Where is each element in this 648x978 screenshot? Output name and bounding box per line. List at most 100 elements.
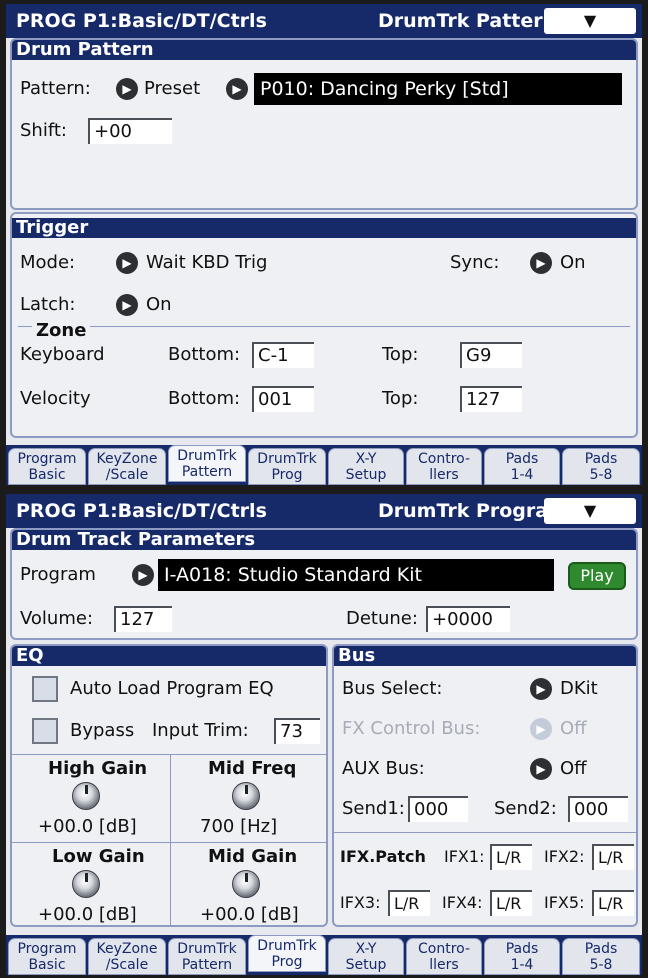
drumtrk-pattern-screen: PROG P1:Basic/DT/Ctrls DrumTrk Pattern ▼…: [6, 4, 642, 485]
keyboard-bottom-label: Bottom:: [168, 344, 241, 365]
mode-value[interactable]: Wait KBD Trig: [146, 252, 267, 274]
tab-drumtrk-pattern[interactable]: DrumTrk Pattern: [168, 938, 246, 975]
tab-drumtrk-prog[interactable]: DrumTrk Prog: [248, 448, 326, 485]
latch-arrow-icon[interactable]: ▶: [116, 294, 138, 316]
keyboard-bottom-field[interactable]: C-1: [252, 342, 314, 368]
bus-header: Bus: [334, 646, 636, 666]
drumtrk-program-screen: PROG P1:Basic/DT/Ctrls DrumTrk Program ▼…: [6, 494, 642, 975]
bus-select-arrow-icon[interactable]: ▶: [530, 678, 552, 700]
velocity-top-label: Top:: [382, 388, 419, 409]
ifx5-field[interactable]: L/R: [592, 890, 634, 916]
tab-drumtrk-pattern[interactable]: DrumTrk Pattern: [168, 445, 246, 482]
ifx3-label: IFX3:: [340, 893, 381, 912]
tab-pads-1-4[interactable]: Pads 1-4: [484, 938, 560, 975]
ifx5-label: IFX5:: [544, 893, 585, 912]
mode-label: Mode:: [20, 252, 76, 273]
title-bar: PROG P1:Basic/DT/Ctrls DrumTrk Pattern ▼: [6, 4, 642, 38]
tab-controllers[interactable]: Contro- llers: [406, 448, 482, 485]
pattern-bank-value[interactable]: Preset: [144, 78, 200, 100]
tab-pads-1-4[interactable]: Pads 1-4: [484, 448, 560, 485]
shift-label: Shift:: [20, 120, 67, 141]
tab-keyzone-scale[interactable]: KeyZone /Scale: [88, 938, 166, 975]
fx-control-bus-value: Off: [560, 718, 587, 739]
eq-grid-v: [170, 754, 171, 925]
page-menu-button[interactable]: ▼: [544, 8, 636, 34]
mid-freq-knob[interactable]: [232, 782, 260, 810]
sync-label: Sync:: [450, 252, 500, 273]
low-gain-value: +00.0 [dB]: [38, 904, 137, 925]
velocity-bottom-field[interactable]: 001: [252, 386, 314, 412]
program-select-field[interactable]: I-A018: Studio Standard Kit: [158, 559, 554, 591]
drum-track-parameters-panel: Drum Track Parameters Program ▶ I-A018: …: [10, 528, 638, 640]
drum-pattern-header: Drum Pattern: [12, 40, 636, 60]
aux-bus-arrow-icon[interactable]: ▶: [530, 758, 552, 780]
page-menu-button[interactable]: ▼: [544, 498, 636, 524]
tab-xy-setup[interactable]: X-Y Setup: [328, 448, 404, 485]
tab-xy-setup[interactable]: X-Y Setup: [328, 938, 404, 975]
eq-header: EQ: [12, 646, 326, 666]
bus-select-value[interactable]: DKit: [560, 678, 598, 700]
tab-program-basic[interactable]: Program Basic: [8, 938, 86, 975]
auto-load-eq-label: Auto Load Program EQ: [70, 678, 274, 699]
mid-freq-value: 700 [Hz]: [200, 816, 278, 837]
zone-label: Zone: [32, 320, 91, 342]
volume-field[interactable]: 127: [114, 606, 172, 632]
trigger-header: Trigger: [12, 218, 636, 238]
volume-label: Volume:: [20, 608, 94, 629]
play-button[interactable]: Play: [568, 562, 626, 590]
fx-control-bus-arrow-icon: ▶: [530, 718, 552, 740]
eq-panel: EQ Auto Load Program EQ Bypass Input Tri…: [10, 644, 328, 927]
tab-pads-5-8[interactable]: Pads 5-8: [562, 938, 640, 975]
program-select-arrow-icon[interactable]: ▶: [132, 564, 154, 586]
ifx2-label: IFX2:: [544, 847, 585, 866]
velocity-top-field[interactable]: 127: [460, 386, 522, 412]
sync-value[interactable]: On: [560, 252, 586, 274]
tab-drumtrk-prog[interactable]: DrumTrk Prog: [248, 935, 326, 972]
keyboard-label: Keyboard: [20, 344, 105, 365]
pattern-bank-arrow-icon[interactable]: ▶: [116, 78, 138, 100]
send2-field[interactable]: 000: [568, 796, 628, 822]
sync-arrow-icon[interactable]: ▶: [530, 252, 552, 274]
send1-field[interactable]: 000: [408, 796, 468, 822]
velocity-label: Velocity: [20, 388, 91, 409]
trigger-panel: Trigger Mode: ▶ Wait KBD Trig Sync: ▶ On…: [10, 212, 638, 438]
shift-field[interactable]: +00: [88, 118, 172, 144]
pattern-select-arrow-icon[interactable]: ▶: [226, 78, 248, 100]
ifx3-field[interactable]: L/R: [388, 890, 430, 916]
chevron-down-icon: ▼: [583, 501, 597, 520]
auto-load-eq-checkbox[interactable]: [32, 676, 58, 702]
tab-program-basic[interactable]: Program Basic: [8, 448, 86, 485]
ifx2-field[interactable]: L/R: [592, 844, 634, 870]
tab-controllers[interactable]: Contro- llers: [406, 938, 482, 975]
pattern-label: Pattern:: [20, 78, 91, 99]
keyboard-top-field[interactable]: G9: [460, 342, 522, 368]
ifx1-field[interactable]: L/R: [490, 844, 532, 870]
page-subtitle: DrumTrk Program: [378, 500, 568, 522]
mode-arrow-icon[interactable]: ▶: [116, 252, 138, 274]
bypass-label: Bypass: [70, 720, 135, 741]
page-subtitle: DrumTrk Pattern: [378, 10, 557, 32]
title-bar: PROG P1:Basic/DT/Ctrls DrumTrk Program ▼: [6, 494, 642, 528]
high-gain-knob[interactable]: [72, 782, 100, 810]
detune-field[interactable]: +0000: [426, 606, 510, 632]
mid-freq-label: Mid Freq: [208, 758, 297, 779]
bus-select-label: Bus Select:: [342, 678, 443, 699]
input-trim-label: Input Trim:: [152, 720, 249, 741]
high-gain-value: +00.0 [dB]: [38, 816, 137, 837]
input-trim-field[interactable]: 73: [274, 718, 320, 744]
aux-bus-value[interactable]: Off: [560, 758, 587, 780]
tab-pads-5-8[interactable]: Pads 5-8: [562, 448, 640, 485]
detune-label: Detune:: [346, 608, 418, 629]
ifx4-label: IFX4:: [442, 893, 483, 912]
pattern-select-field[interactable]: P010: Dancing Perky [Std]: [254, 73, 622, 105]
ifx4-field[interactable]: L/R: [490, 890, 532, 916]
latch-value[interactable]: On: [146, 294, 172, 316]
page-title: PROG P1:Basic/DT/Ctrls: [16, 500, 267, 522]
tab-keyzone-scale[interactable]: KeyZone /Scale: [88, 448, 166, 485]
page-tabs: Program Basic KeyZone /Scale DrumTrk Pat…: [6, 935, 642, 975]
bypass-checkbox[interactable]: [32, 718, 58, 744]
mid-gain-knob[interactable]: [232, 870, 260, 898]
page-title: PROG P1:Basic/DT/Ctrls: [16, 10, 267, 32]
low-gain-knob[interactable]: [72, 870, 100, 898]
mid-gain-value: +00.0 [dB]: [200, 904, 299, 925]
